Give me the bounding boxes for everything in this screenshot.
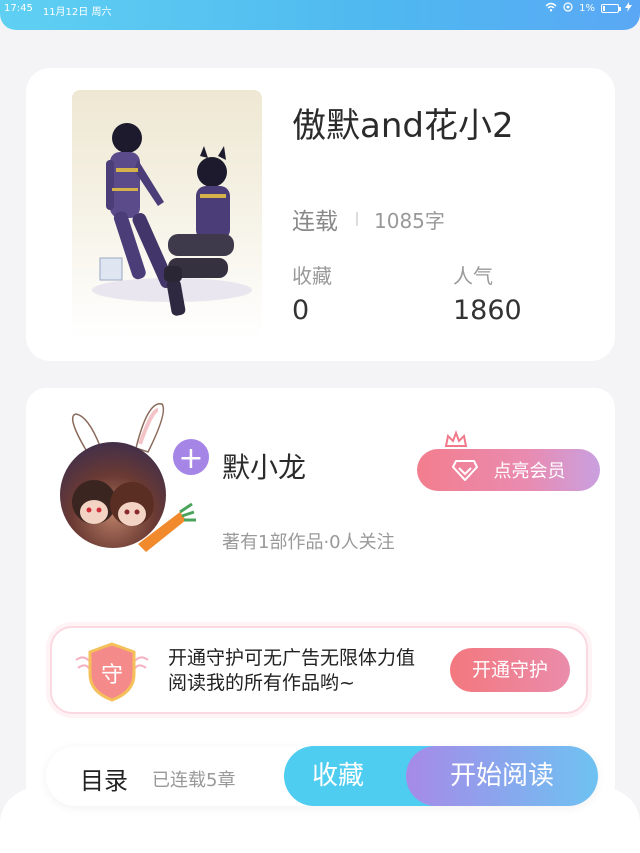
charging-icon bbox=[625, 2, 632, 15]
status-bar: 17:45 11月12日 周六 1% bbox=[0, 0, 640, 30]
serial-status: 连载 bbox=[292, 209, 338, 235]
popularity-label: 人气 bbox=[453, 264, 493, 288]
location-icon bbox=[563, 2, 573, 15]
author-avatar-group[interactable]: + bbox=[56, 394, 212, 564]
status-time: 17:45 bbox=[4, 3, 33, 14]
follow-author-button[interactable]: + bbox=[170, 436, 212, 478]
battery-icon bbox=[601, 4, 621, 13]
guard-promo-text: 开通守护可无广告无限体力值阅读我的所有作品哟~ bbox=[168, 647, 416, 694]
divider bbox=[356, 212, 358, 226]
word-count: 1085字 bbox=[374, 208, 445, 233]
book-meta: 连载 1085字 bbox=[292, 202, 445, 236]
chapter-count: 已连载5章 bbox=[152, 770, 236, 791]
crown-icon bbox=[444, 430, 468, 447]
favorites-stat: 收藏 0 bbox=[292, 260, 332, 326]
favorites-value: 0 bbox=[292, 295, 310, 326]
guard-shield-icon: 守 bbox=[75, 642, 149, 702]
bottom-action-bar: 目录 已连载5章 收藏 开始阅读 bbox=[46, 746, 598, 806]
diamond-icon bbox=[451, 460, 478, 481]
battery-percent: 1% bbox=[579, 3, 595, 14]
book-info-card: 傲默and花小2 连载 1085字 收藏 0 人气 1860 bbox=[26, 68, 615, 361]
guard-promo-banner: 守 开通守护可无广告无限体力值阅读我的所有作品哟~ 开通守护 bbox=[50, 626, 588, 714]
popularity-stat: 人气 1860 bbox=[453, 260, 522, 326]
favorites-label: 收藏 bbox=[292, 264, 332, 288]
popularity-value: 1860 bbox=[453, 295, 522, 326]
author-name[interactable]: 默小龙 bbox=[222, 446, 306, 486]
table-of-contents-button[interactable]: 目录 bbox=[80, 761, 128, 796]
wifi-icon bbox=[545, 2, 557, 15]
vip-button-label: 点亮会员 bbox=[493, 461, 566, 482]
activate-vip-button[interactable]: 点亮会员 bbox=[417, 449, 600, 491]
author-avatar bbox=[60, 442, 166, 548]
author-stats: 著有1部作品·0人关注 bbox=[222, 532, 395, 553]
start-reading-button[interactable]: 开始阅读 bbox=[406, 746, 598, 806]
book-title: 傲默and花小2 bbox=[292, 106, 514, 146]
status-date: 11月12日 周六 bbox=[42, 7, 112, 18]
activate-guard-button[interactable]: 开通守护 bbox=[450, 648, 570, 692]
book-cover-image[interactable] bbox=[72, 90, 262, 338]
guard-badge-char: 守 bbox=[101, 663, 123, 688]
